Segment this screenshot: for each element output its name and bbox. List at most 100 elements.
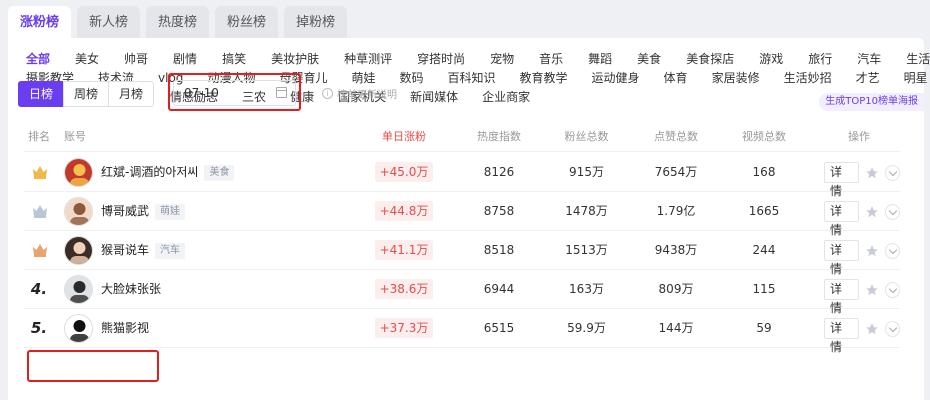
star-icon[interactable] xyxy=(865,205,879,219)
category-item[interactable]: 穿搭时尚 xyxy=(417,50,465,69)
star-icon[interactable] xyxy=(865,166,879,180)
crown-icon xyxy=(31,163,49,181)
daily-gain-cell: +41.1万 xyxy=(364,231,444,270)
avatar[interactable] xyxy=(64,197,93,226)
col-heat-index[interactable]: 热度指数 xyxy=(464,128,534,144)
account-name-text: 博哥威武 xyxy=(101,204,150,218)
account-name[interactable]: 红斌-调酒的아저씨 美食 xyxy=(101,153,235,192)
avatar[interactable] xyxy=(64,236,93,265)
update-info-link[interactable]: i 榜单更新说明 xyxy=(322,86,397,101)
account-name[interactable]: 大脸妹张张 xyxy=(101,270,161,309)
avatar[interactable] xyxy=(64,158,93,187)
star-icon[interactable] xyxy=(865,322,879,336)
category-item[interactable]: 家居装修 xyxy=(712,69,760,88)
tab-newcomers[interactable]: 新人榜 xyxy=(77,6,141,40)
category-row: 全部 美女 帅哥 剧情 搞笑 美妆护肤 种草测评 穿搭时尚 宠物 音乐 舞蹈 美食 美食探店 游戏 旅行 汽车… xyxy=(26,50,930,69)
daily-gain-badge: +45.0万 xyxy=(374,162,434,182)
category-item[interactable]: 舞蹈 xyxy=(588,50,612,69)
heat-index-cell: 8758 xyxy=(483,204,515,218)
account-name-text: 猴哥说车 xyxy=(101,243,150,257)
detail-button[interactable]: 详情 xyxy=(824,279,859,315)
total-videos-cell: 115 xyxy=(752,282,776,296)
account-name-text: 熊猫影视 xyxy=(101,321,150,335)
tab-losing-fans[interactable]: 掉粉榜 xyxy=(284,6,348,40)
date-picker-input[interactable]: 07-10 xyxy=(173,80,296,106)
category-tag: 萌娃 xyxy=(155,203,186,220)
account-name[interactable]: 猴哥说车 汽车 xyxy=(101,231,186,270)
star-icon[interactable] xyxy=(865,283,879,297)
row-actions: 详情 xyxy=(824,318,900,354)
category-item[interactable]: 明星 xyxy=(904,69,928,88)
category-item[interactable]: 全部 xyxy=(26,50,50,69)
category-filter: 全部 美女 帅哥 剧情 搞笑 美妆护肤 种草测评 穿搭时尚 宠物 音乐 舞蹈 美食 美食探店 游戏 旅行 汽车… xyxy=(26,50,930,107)
row-actions: 详情 xyxy=(824,162,900,198)
category-item[interactable]: 游戏 xyxy=(759,50,783,69)
category-item[interactable]: 体育 xyxy=(664,69,688,88)
category-item[interactable]: 教育教学 xyxy=(520,69,568,88)
chevron-down-icon[interactable] xyxy=(884,281,900,298)
star-icon[interactable] xyxy=(865,244,879,258)
category-item[interactable]: 搞笑 xyxy=(222,50,246,69)
col-total-videos[interactable]: 视频总数 xyxy=(724,128,804,144)
period-weekly-button[interactable]: 周榜 xyxy=(63,81,109,107)
category-item[interactable]: 美妆护肤 xyxy=(271,50,319,69)
period-daily-button[interactable]: 日榜 xyxy=(18,81,64,107)
tab-rising-fans[interactable]: 涨粉榜 xyxy=(8,6,72,40)
category-item[interactable]: 百科知识 xyxy=(448,69,496,88)
category-item[interactable]: 美女 xyxy=(75,50,99,69)
category-item[interactable]: 美食 xyxy=(637,50,661,69)
category-item[interactable]: 音乐 xyxy=(539,50,563,69)
row-highlight-box xyxy=(27,350,159,382)
total-likes-cell: 144万 xyxy=(658,321,694,335)
table-row[interactable]: 5. 熊猫影视 +37.3万 6515 59.9万 144万 59 详情 xyxy=(24,309,900,354)
category-row: 影视娱乐文学艺术情感励志三农健康国家机关新闻媒体企业商家 xyxy=(26,88,906,107)
category-item[interactable]: 汽车 xyxy=(857,50,881,69)
detail-button[interactable]: 详情 xyxy=(824,162,859,198)
row-actions: 详情 xyxy=(824,201,900,237)
category-item[interactable]: 生活 xyxy=(906,50,930,69)
row-actions: 详情 xyxy=(824,240,900,276)
daily-gain-cell: +45.0万 xyxy=(364,153,444,192)
period-selector: 日榜 周榜 月榜 xyxy=(18,81,154,107)
category-item[interactable]: 数码 xyxy=(399,69,423,88)
category-item[interactable]: 企业商家 xyxy=(482,88,530,107)
avatar[interactable] xyxy=(64,275,93,304)
table-row[interactable]: 博哥威武 萌娃 +44.8万 8758 1478万 1.79亿 1665 详情 xyxy=(24,192,900,237)
category-item[interactable]: 剧情 xyxy=(173,50,197,69)
total-fans-cell: 1513万 xyxy=(565,243,608,257)
category-item[interactable]: 美食探店 xyxy=(686,50,734,69)
account-name[interactable]: 博哥威武 萌娃 xyxy=(101,192,186,231)
col-total-likes[interactable]: 点赞总数 xyxy=(636,128,716,144)
category-item[interactable]: 新闻媒体 xyxy=(410,88,458,107)
update-info-label: 榜单更新说明 xyxy=(337,90,397,101)
account-name[interactable]: 熊猫影视 xyxy=(101,309,149,348)
category-item[interactable]: 旅行 xyxy=(808,50,832,69)
table-row[interactable]: 红斌-调酒的아저씨 美食 +45.0万 8126 915万 7654万 168 详情 xyxy=(24,153,900,198)
detail-button[interactable]: 详情 xyxy=(824,318,859,354)
daily-gain-cell: +37.3万 xyxy=(364,309,444,348)
category-item[interactable]: 帅哥 xyxy=(124,50,148,69)
tab-popularity[interactable]: 热度榜 xyxy=(146,6,210,40)
table-row[interactable]: 4. 大脸妹张张 +38.6万 6944 163万 809万 115 详情 xyxy=(24,270,900,315)
chevron-down-icon[interactable] xyxy=(884,242,900,259)
daily-gain-badge: +37.3万 xyxy=(374,318,434,338)
chevron-down-icon[interactable] xyxy=(884,164,900,181)
category-item[interactable]: 运动健身 xyxy=(592,69,640,88)
category-tag: 美食 xyxy=(204,164,235,181)
total-likes-cell: 9438万 xyxy=(654,243,698,257)
category-item[interactable]: 生活妙招 xyxy=(784,69,832,88)
category-item[interactable]: 才艺 xyxy=(856,69,880,88)
col-daily-gain[interactable]: 单日涨粉 xyxy=(364,128,444,144)
period-monthly-button[interactable]: 月榜 xyxy=(108,81,154,107)
detail-button[interactable]: 详情 xyxy=(824,201,859,237)
chevron-down-icon[interactable] xyxy=(884,320,900,337)
tab-fans[interactable]: 粉丝榜 xyxy=(215,6,279,40)
table-row[interactable]: 猴哥说车 汽车 +41.1万 8518 1513万 9438万 244 详情 xyxy=(24,231,900,276)
chevron-down-icon[interactable] xyxy=(884,203,900,220)
detail-button[interactable]: 详情 xyxy=(824,240,859,276)
col-total-fans[interactable]: 粉丝总数 xyxy=(549,128,624,144)
avatar[interactable] xyxy=(64,314,93,343)
category-item[interactable]: 宠物 xyxy=(490,50,514,69)
category-item[interactable]: 种草测评 xyxy=(344,50,392,69)
generate-poster-button[interactable]: 生成TOP10榜单海报 xyxy=(819,93,924,111)
